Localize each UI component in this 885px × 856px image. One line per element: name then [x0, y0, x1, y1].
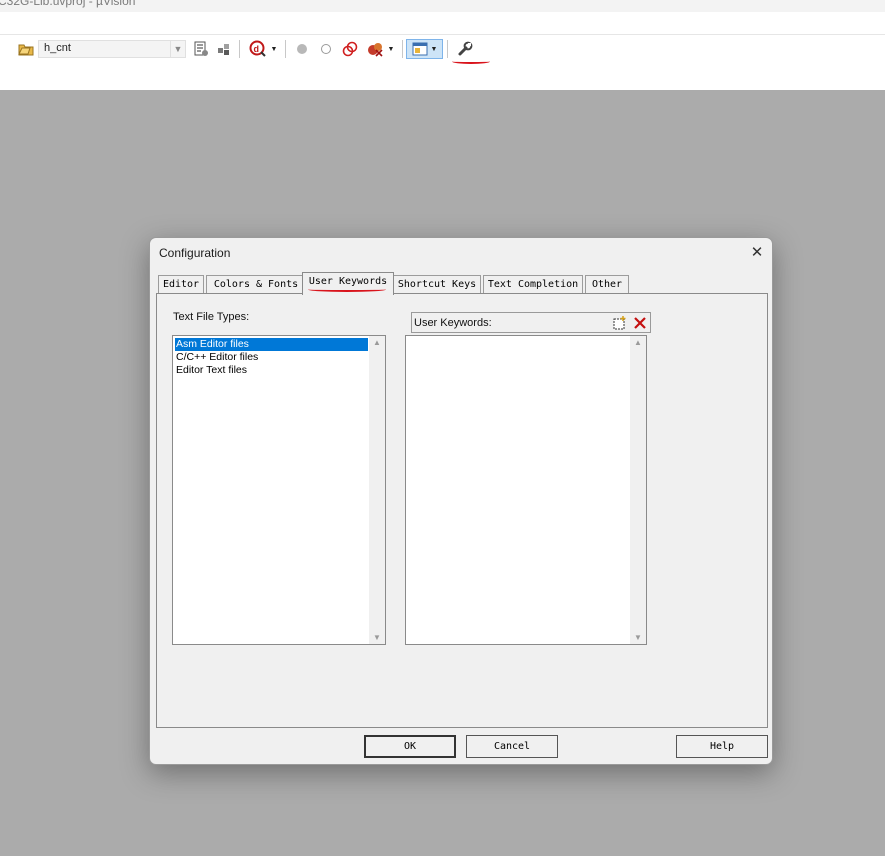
- close-icon[interactable]: ✕: [746, 242, 768, 262]
- debug-session-icon[interactable]: d: [248, 39, 268, 59]
- ok-button[interactable]: OK: [364, 735, 456, 758]
- toolbar-separator: [402, 40, 403, 58]
- toolbar-separator: [447, 40, 448, 58]
- target-select-value: h_cnt: [44, 42, 71, 54]
- file-types-scrollbar[interactable]: ▲ ▼: [369, 336, 385, 644]
- list-item-editor-text-files[interactable]: Editor Text files: [175, 364, 368, 377]
- breakpoint-dropdown-chevron-icon[interactable]: ▼: [386, 39, 396, 59]
- scroll-up-icon[interactable]: ▲: [630, 338, 646, 347]
- tab-other[interactable]: Other: [585, 275, 629, 294]
- annotation-underline-wrench: [452, 59, 490, 64]
- window-layout-button[interactable]: ▼: [406, 39, 443, 59]
- annotation-underline-tab: [308, 287, 386, 292]
- toolbar: h_cnt ▼ d ▼ ▼ ▼: [0, 34, 885, 90]
- open-folder-icon[interactable]: [17, 39, 35, 59]
- dialog-title: Configuration: [159, 246, 231, 260]
- layout-dropdown-chevron-icon[interactable]: ▼: [431, 46, 438, 53]
- scroll-down-icon[interactable]: ▼: [630, 633, 646, 642]
- tab-text-completion[interactable]: Text Completion: [483, 275, 583, 294]
- window-title: C32G-Lib.uvproj - µVision: [0, 0, 136, 8]
- svg-text:d: d: [254, 44, 260, 54]
- text-file-types-label: Text File Types:: [173, 311, 250, 323]
- insert-breakpoint-icon[interactable]: [295, 39, 309, 59]
- configuration-dialog: Configuration ✕ Editor Colors & Fonts Us…: [149, 237, 773, 765]
- toolbar-separator: [285, 40, 286, 58]
- user-keywords-panel: Text File Types: Asm Editor files C/C++ …: [156, 293, 768, 728]
- enable-breakpoint-icon[interactable]: [319, 39, 333, 59]
- cancel-button[interactable]: Cancel: [466, 735, 558, 758]
- scroll-up-icon[interactable]: ▲: [369, 338, 385, 347]
- disable-breakpoints-icon[interactable]: [341, 39, 359, 59]
- scroll-down-icon[interactable]: ▼: [369, 633, 385, 642]
- list-item-c-cpp-editor-files[interactable]: C/C++ Editor files: [175, 351, 368, 364]
- chevron-down-icon[interactable]: ▼: [170, 41, 185, 57]
- tab-shortcut-keys[interactable]: Shortcut Keys: [393, 275, 481, 294]
- menu-bar: [0, 12, 885, 34]
- debug-dropdown-chevron-icon[interactable]: ▼: [269, 39, 279, 59]
- keywords-scrollbar[interactable]: ▲ ▼: [630, 336, 646, 644]
- toolbar-separator: [239, 40, 240, 58]
- tab-editor[interactable]: Editor: [158, 275, 204, 294]
- window-titlebar: C32G-Lib.uvproj - µVision: [0, 0, 885, 12]
- text-file-types-list[interactable]: Asm Editor files C/C++ Editor files Edit…: [172, 335, 386, 645]
- window-layout-icon: [412, 42, 428, 56]
- tab-colors-fonts[interactable]: Colors & Fonts: [206, 275, 306, 294]
- new-keyword-icon[interactable]: [610, 315, 627, 331]
- user-keywords-list[interactable]: ▲ ▼: [405, 335, 647, 645]
- user-keywords-label: User Keywords:: [414, 317, 492, 329]
- delete-keyword-icon[interactable]: [631, 315, 648, 331]
- configuration-wrench-icon[interactable]: [454, 39, 476, 59]
- grip-icon: [0, 39, 4, 59]
- help-button[interactable]: Help: [676, 735, 768, 758]
- user-keywords-header: User Keywords:: [411, 312, 651, 333]
- list-item-asm-editor-files[interactable]: Asm Editor files: [175, 338, 368, 351]
- target-select[interactable]: h_cnt ▼: [38, 40, 186, 58]
- manage-components-icon[interactable]: [215, 39, 233, 59]
- target-options-icon[interactable]: [192, 39, 210, 59]
- kill-breakpoints-icon[interactable]: [366, 39, 384, 59]
